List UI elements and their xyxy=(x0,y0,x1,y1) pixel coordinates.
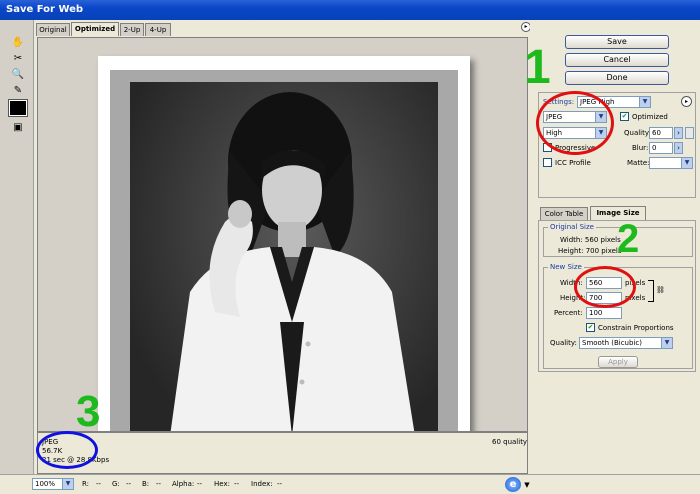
constrain-proportions-checkbox[interactable]: ✔ xyxy=(586,323,595,332)
icc-profile-checkbox[interactable] xyxy=(543,158,552,167)
annotation-red-circle-settings xyxy=(536,91,614,155)
done-button[interactable]: Done xyxy=(565,71,669,85)
new-size-title: New Size xyxy=(548,263,584,272)
window-title: Save For Web xyxy=(6,4,84,15)
optimized-label: Optimized xyxy=(632,113,668,121)
annotation-number-2: 2 xyxy=(617,217,640,261)
status-alpha-label: Alpha: xyxy=(172,480,195,488)
resample-quality-select[interactable]: Smooth (Bicubic) ▼ xyxy=(579,337,673,349)
cancel-button[interactable]: Cancel xyxy=(565,53,669,67)
status-r-value: -- xyxy=(96,480,102,488)
resample-quality-label: Quality: xyxy=(550,339,577,347)
status-g-value: -- xyxy=(126,480,132,488)
slice-select-tool-icon[interactable]: ✂ xyxy=(10,52,26,66)
preview-canvas[interactable]: 3 xyxy=(37,37,528,432)
annotation-number-3: 3 xyxy=(76,387,101,432)
status-index-value: -- xyxy=(277,480,283,488)
constrain-proportions-label: Constrain Proportions xyxy=(598,324,674,332)
eyedropper-tool-icon[interactable]: ✎ xyxy=(10,84,26,98)
quality-slider-arrow-icon[interactable]: › xyxy=(674,127,683,139)
matte-label: Matte: xyxy=(627,159,650,167)
status-r-label: R: xyxy=(82,480,90,488)
preview-photo xyxy=(130,82,438,431)
annotation-blue-circle xyxy=(36,431,98,469)
original-width-text: Width: 560 pixels xyxy=(560,236,621,244)
zoom-select[interactable]: 100% ▼ xyxy=(32,478,74,490)
status-b-label: B: xyxy=(142,480,150,488)
status-hex-label: Hex: xyxy=(214,480,230,488)
eyedropper-color-swatch[interactable] xyxy=(8,99,28,117)
tab-original[interactable]: Original xyxy=(36,23,70,36)
status-g-label: G: xyxy=(112,480,120,488)
info-quality: 60 quality xyxy=(492,438,528,446)
tab-optimized[interactable]: Optimized xyxy=(71,22,119,36)
optimized-checkbox[interactable]: ✔ xyxy=(620,112,629,121)
tab-color-table[interactable]: Color Table xyxy=(540,207,588,220)
image-matte xyxy=(110,70,458,431)
apply-button[interactable]: Apply xyxy=(598,356,638,368)
view-tabs: Original Optimized 2-Up 4-Up xyxy=(34,20,530,36)
window-titlebar: Save For Web xyxy=(0,0,700,20)
blur-label: Blur: xyxy=(632,144,649,152)
constrain-bracket xyxy=(648,280,654,302)
status-hex-value: -- xyxy=(234,480,240,488)
tab-4-up[interactable]: 4-Up xyxy=(145,23,171,36)
status-alpha-value: -- xyxy=(197,480,203,488)
tab-2-up[interactable]: 2-Up xyxy=(120,23,144,36)
icc-profile-label: ICC Profile xyxy=(555,159,591,167)
blur-input[interactable]: 0 xyxy=(649,142,673,154)
original-height-text: Height: 700 pixels xyxy=(558,247,622,255)
status-bar: 100% ▼ R: -- G: -- B: -- Alpha: -- Hex: -… xyxy=(0,474,700,494)
chain-link-icon: ⛓ xyxy=(656,286,665,294)
matte-select[interactable]: ▼ xyxy=(649,157,693,169)
save-button[interactable]: Save xyxy=(565,35,669,49)
tools-palette: ✋ ✂ 🔍 ✎ ▣ xyxy=(0,20,34,474)
original-size-title: Original Size xyxy=(548,223,596,232)
toggle-slices-icon[interactable]: ▣ xyxy=(10,121,26,135)
quality-input[interactable]: 60 xyxy=(649,127,673,139)
image-size-panel: Original Size Width: 560 pixels Height: … xyxy=(538,217,696,372)
percent-input[interactable]: 100 xyxy=(586,307,622,319)
portrait-image xyxy=(170,92,415,431)
zoom-tool-icon[interactable]: 🔍 xyxy=(10,68,26,82)
quality-mask-icon[interactable] xyxy=(685,127,694,139)
percent-label: Percent: xyxy=(554,309,583,317)
new-size-group: New Size Width: 560 pixels Height: 700 p… xyxy=(543,263,693,369)
optimize-menu-icon[interactable]: ▸ xyxy=(681,96,692,107)
right-panel: Save Cancel Done 1 Settings: JPEG High ▼ … xyxy=(524,20,700,474)
hand-tool-icon[interactable]: ✋ xyxy=(10,36,26,50)
annotation-number-1: 1 xyxy=(524,41,551,94)
quality-label: Quality: xyxy=(624,129,651,137)
image-paper xyxy=(98,56,470,431)
browser-menu-icon[interactable]: ▼ xyxy=(523,480,531,490)
status-b-value: -- xyxy=(156,480,162,488)
optimized-info-bar: JPEG 56.7K 21 sec @ 28.8Kbps 60 quality xyxy=(36,431,528,474)
status-index-label: Index: xyxy=(251,480,273,488)
blur-slider-arrow-icon[interactable]: › xyxy=(674,142,683,154)
settings-group: Settings: JPEG High ▼ ▸ JPEG ▼ ✔ Optimized… xyxy=(536,91,696,198)
annotation-red-circle-size xyxy=(574,266,636,308)
browser-preview-icon[interactable]: e xyxy=(505,477,521,492)
